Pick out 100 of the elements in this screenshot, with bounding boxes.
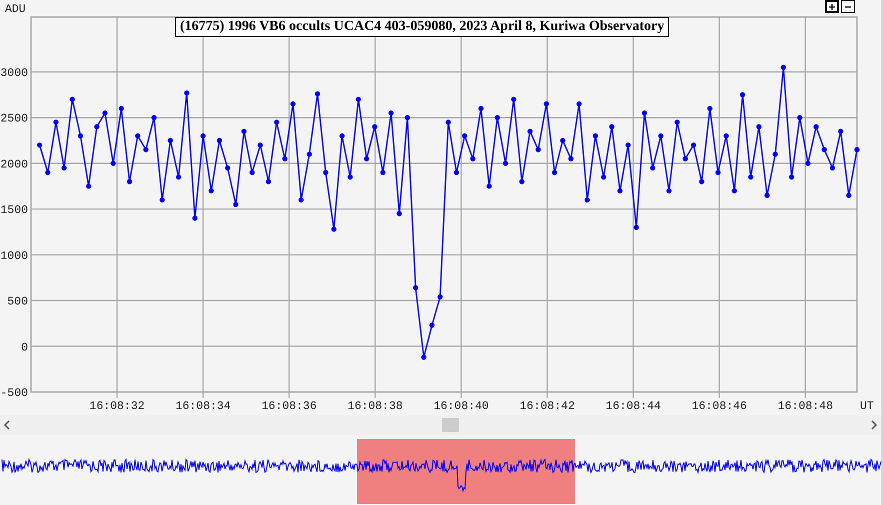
data-point (372, 124, 378, 130)
data-point (626, 142, 631, 148)
data-point (102, 110, 108, 116)
data-point (396, 211, 402, 216)
data-point (160, 197, 165, 203)
data-point (274, 120, 280, 125)
data-point (225, 165, 230, 171)
x-tick-label: 16:08:46 (692, 400, 747, 413)
zoom-button[interactable]: − (841, 0, 855, 13)
data-point (266, 179, 272, 184)
data-point (258, 142, 263, 148)
data-point (192, 216, 198, 221)
data-point (699, 179, 704, 184)
data-point (674, 120, 680, 125)
data-point (576, 101, 582, 106)
scroll-left-icon[interactable] (3, 420, 11, 430)
x-tick-label: 16:08:38 (348, 400, 403, 413)
data-point (429, 322, 435, 328)
scrollbar[interactable] (0, 415, 881, 435)
x-tick-label: 16:08:34 (175, 400, 231, 413)
data-point (126, 179, 132, 184)
data-point (715, 170, 721, 176)
y-tick-label: 2000 (0, 158, 28, 172)
data-point (772, 152, 778, 157)
data-point (854, 147, 860, 152)
data-point (568, 156, 574, 162)
data-point (70, 96, 75, 102)
data-point (494, 115, 500, 120)
y-tick-label: 1500 (0, 204, 28, 218)
x-tick-label: 16:08:36 (262, 400, 317, 413)
y-tick-label: -500 (0, 387, 28, 400)
data-point (184, 90, 190, 96)
data-point (298, 197, 304, 203)
data-point (37, 142, 42, 148)
y-tick-label: 500 (7, 296, 28, 309)
data-point (666, 188, 672, 194)
data-point (780, 64, 786, 70)
data-point (364, 156, 370, 162)
y-tick-label: 3000 (0, 66, 28, 80)
data-point (592, 133, 598, 138)
data-point (544, 101, 549, 106)
data-point (339, 133, 345, 138)
data-point (486, 184, 492, 189)
x-axis-label: UT (860, 400, 874, 413)
y-tick-label: 1000 (0, 250, 28, 263)
data-point (470, 156, 476, 162)
data-point (846, 192, 852, 198)
y-axis-label: ADU (5, 3, 26, 16)
data-point (356, 96, 361, 102)
data-point (404, 115, 410, 120)
data-point (250, 170, 255, 176)
data-point (94, 124, 100, 130)
scroll-right-icon[interactable] (870, 420, 878, 430)
data-point (454, 170, 460, 176)
data-point (348, 174, 353, 180)
data-point (601, 174, 606, 180)
data-point (552, 170, 558, 176)
zoom-button[interactable]: + (825, 0, 839, 13)
data-point (617, 188, 623, 194)
data-point (838, 128, 844, 134)
data-point (306, 152, 312, 157)
data-point (609, 124, 614, 130)
data-point (233, 202, 238, 208)
data-point (241, 128, 247, 134)
data-point (110, 160, 116, 166)
data-point (650, 165, 656, 171)
data-point (822, 147, 827, 152)
y-tick-label: 2500 (0, 112, 28, 126)
data-point (584, 197, 590, 203)
data-point (740, 92, 746, 98)
data-point (380, 170, 386, 176)
overview-viewport[interactable] (357, 438, 575, 504)
data-point (511, 96, 516, 102)
data-point (560, 138, 566, 144)
data-point (388, 110, 394, 116)
data-point (830, 165, 836, 171)
data-point (756, 124, 762, 130)
data-point (53, 120, 59, 125)
data-point (462, 133, 468, 138)
data-point (748, 174, 754, 180)
data-point (724, 133, 729, 138)
data-point (690, 142, 696, 148)
data-point (45, 170, 50, 176)
data-point (151, 115, 157, 120)
data-point (658, 133, 664, 138)
data-point (135, 133, 140, 138)
data-point (118, 106, 124, 112)
chart-title: (16775) 1996 VB6 occults UCAC4 403-059080, 2023 April 8, Kuriwa Observatory (175, 17, 670, 37)
data-point (707, 106, 712, 112)
data-point (78, 133, 84, 138)
data-point (478, 106, 484, 112)
data-point (216, 138, 222, 144)
data-point (797, 115, 802, 120)
data-point (502, 160, 508, 166)
x-tick-label: 16:08:44 (606, 400, 661, 413)
data-point (805, 160, 811, 166)
data-point (314, 91, 320, 96)
scroll-thumb[interactable] (442, 418, 459, 432)
data-point (208, 188, 214, 194)
x-tick-label: 16:08:42 (520, 400, 575, 413)
